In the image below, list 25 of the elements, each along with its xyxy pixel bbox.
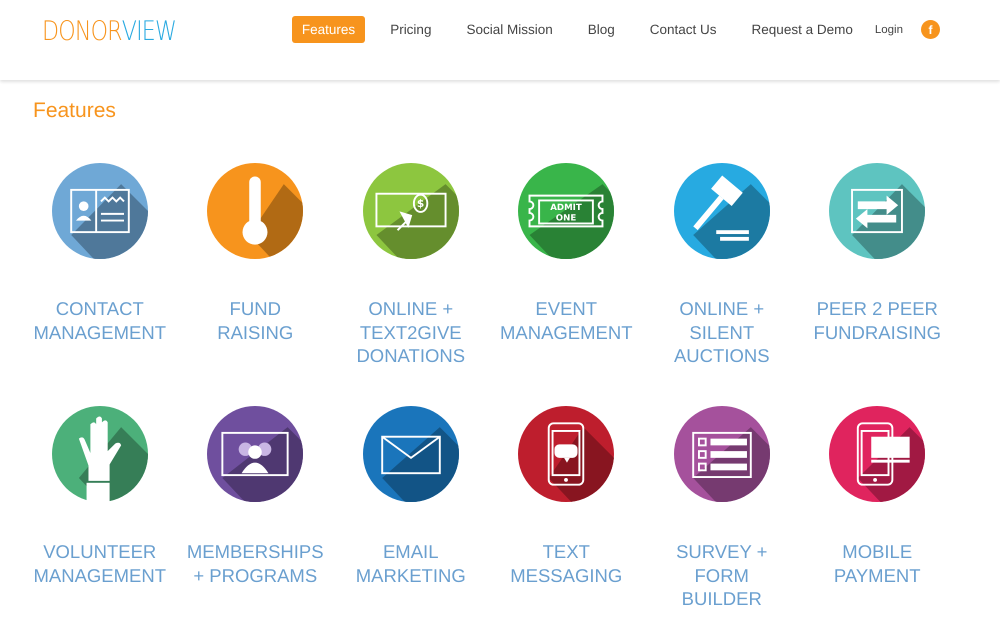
feature-title[interactable]: EMAIL MARKETING xyxy=(356,540,466,587)
feature-title[interactable]: CONTACT MANAGEMENT xyxy=(33,297,166,344)
feature-title[interactable]: PEER 2 PEER FUNDRAISING xyxy=(814,297,941,344)
nav-link[interactable]: Blog xyxy=(578,16,625,43)
nav-link[interactable]: Request a Demo xyxy=(742,16,863,43)
feature-title[interactable]: MOBILE PAYMENT xyxy=(834,540,921,587)
feature-title[interactable]: VOLUNTEER MANAGEMENT xyxy=(33,540,166,587)
feature-title[interactable]: ONLINE + TEXT2GIVE DONATIONS xyxy=(356,297,466,368)
feature-title[interactable]: SURVEY + FORM BUILDER xyxy=(676,540,768,610)
page-heading: Features xyxy=(33,99,117,123)
banknote-icon: $ xyxy=(362,163,459,259)
nav-link[interactable]: Contact Us xyxy=(640,16,727,43)
nav-link[interactable]: Social Mission xyxy=(456,16,563,43)
feature-title[interactable]: EVENT MANAGEMENT xyxy=(500,297,633,344)
feature-title[interactable]: ONLINE + SILENT AUCTIONS xyxy=(674,297,770,368)
logo-text[interactable]: DONOR xyxy=(42,16,122,47)
facebook-icon[interactable]: f xyxy=(921,20,940,39)
nav-link[interactable]: Features xyxy=(292,16,366,43)
nav-link[interactable]: Pricing xyxy=(380,16,442,43)
feature-title[interactable]: TEXT MESSAGING xyxy=(510,540,622,587)
feature-title[interactable]: FUND RAISING xyxy=(217,297,294,344)
feature-title[interactable]: MEMBERSHIPS + PROGRAMS xyxy=(186,540,324,587)
logo-text[interactable]: VIEW xyxy=(122,16,176,47)
login-link[interactable]: Login xyxy=(874,24,903,36)
ticket-icon: ADMIT ONE xyxy=(518,163,614,259)
